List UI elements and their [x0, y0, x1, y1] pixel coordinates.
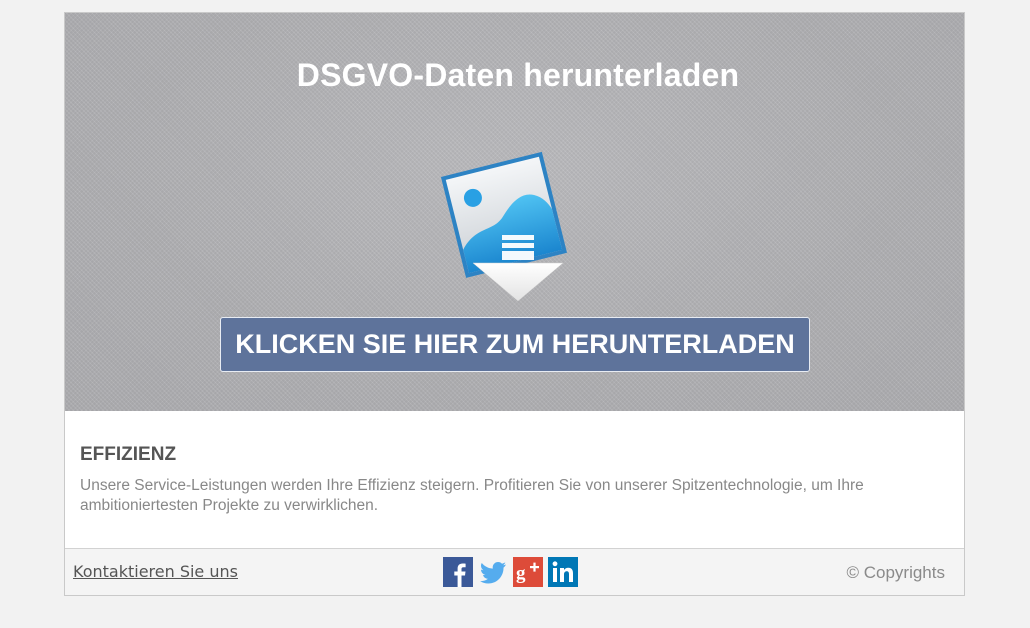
download-button[interactable]: KLICKEN SIE HIER ZUM HERUNTERLADEN [220, 317, 810, 372]
twitter-icon[interactable] [478, 557, 508, 587]
hero-banner: DSGVO-Daten herunterladen KLICKEN SIE HI… [65, 13, 964, 411]
page-title: DSGVO-Daten herunterladen [296, 57, 740, 93]
copyright-text: © Copyrights [846, 563, 945, 582]
section-text: Unsere Service-Leistungen werden Ihre Ef… [80, 477, 864, 514]
image-download-icon [433, 141, 583, 307]
download-card: DSGVO-Daten herunterladen KLICKEN SIE HI… [64, 12, 965, 596]
svg-text:g: g [516, 563, 526, 584]
linkedin-icon[interactable] [548, 557, 578, 587]
contact-link[interactable]: Kontaktieren Sie uns [73, 562, 238, 581]
footer: Kontaktieren Sie uns g © Copyrights [65, 548, 964, 595]
section-heading: EFFIZIENZ [80, 444, 177, 465]
content-section: EFFIZIENZ Unsere Service-Leistungen werd… [65, 411, 964, 548]
google-plus-icon[interactable]: g [513, 557, 543, 587]
facebook-icon[interactable] [443, 557, 473, 587]
